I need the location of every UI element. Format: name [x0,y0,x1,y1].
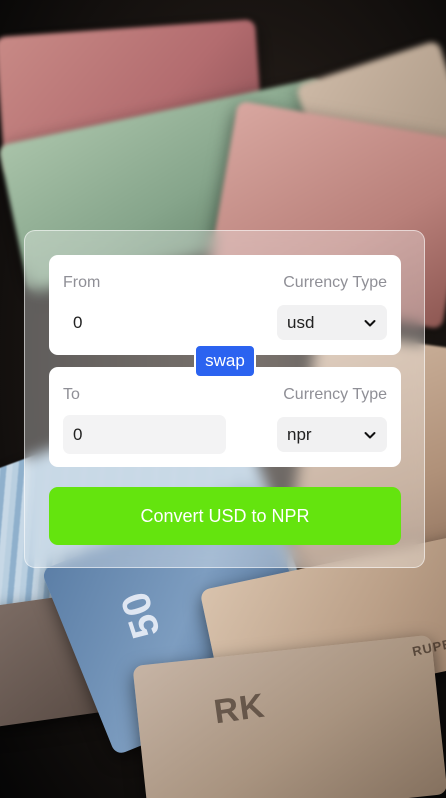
convert-button[interactable]: Convert USD to NPR [49,487,401,545]
to-currency-value: npr [287,424,312,444]
from-currency-select[interactable]: usd [277,305,387,340]
to-currency-type-label: Currency Type [283,386,387,403]
from-panel: From Currency Type usd [49,255,401,355]
from-currency-value: usd [287,312,315,332]
chevron-down-icon [363,428,377,442]
to-currency-select[interactable]: npr [277,417,387,452]
chevron-down-icon [363,316,377,330]
to-label: To [63,386,80,403]
to-amount-input[interactable] [63,415,226,454]
to-panel: To Currency Type npr [49,367,401,467]
from-currency-type-label: Currency Type [283,274,387,291]
swap-button[interactable]: swap [194,344,256,378]
from-amount-input[interactable] [63,303,226,342]
converter-card: From Currency Type usd swap To Currency … [24,230,425,568]
from-label: From [63,274,101,291]
banknote-mark-text: RK [211,686,268,732]
